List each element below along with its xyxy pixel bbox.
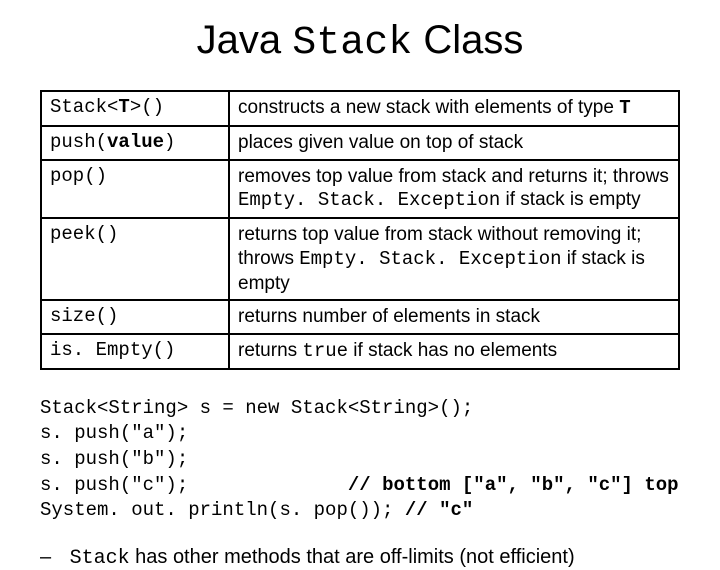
desc-mono: Empty. Stack. Exception <box>238 189 500 211</box>
code-line: Stack<String> s = new Stack<String>(); <box>40 397 473 419</box>
table-row: Stack<T>() constructs a new stack with e… <box>41 91 679 126</box>
title-part1: Java <box>197 18 293 62</box>
title-part3: Class <box>412 18 523 62</box>
method-text: ) <box>164 131 175 153</box>
desc-bold-mono: T <box>619 97 630 119</box>
bullet-dash: – <box>40 546 64 569</box>
desc-cell: places given value on top of stack <box>229 126 679 160</box>
table-row: peek() returns top value from stack with… <box>41 218 679 300</box>
desc-text: if stack is empty <box>500 189 640 210</box>
code-example: Stack<String> s = new Stack<String>(); s… <box>40 396 680 524</box>
method-cell: Stack<T>() <box>41 91 229 126</box>
method-cell: size() <box>41 300 229 334</box>
method-text: is. Empty() <box>50 339 175 361</box>
code-comment: // bottom ["a", "b", "c"] top <box>348 474 679 496</box>
note-text: has other methods that are off-limits (n… <box>130 546 575 568</box>
method-text: push( <box>50 131 107 153</box>
desc-text: constructs a new stack with elements of … <box>238 97 619 118</box>
code-line: System. out. println(s. pop()); <box>40 499 405 521</box>
note-line: – Stack has other methods that are off-l… <box>40 546 680 570</box>
table-row: push(value) places given value on top of… <box>41 126 679 160</box>
table-row: is. Empty() returns true if stack has no… <box>41 334 679 369</box>
method-bold: value <box>107 131 164 153</box>
title-part2-mono: Stack <box>292 21 412 66</box>
method-cell: is. Empty() <box>41 334 229 369</box>
desc-cell: constructs a new stack with elements of … <box>229 91 679 126</box>
method-text: pop() <box>50 165 107 187</box>
desc-text: if stack has no elements <box>348 340 557 361</box>
method-bold: T <box>118 96 129 118</box>
table-row: size() returns number of elements in sta… <box>41 300 679 334</box>
code-comment: // "c" <box>405 499 473 521</box>
desc-text: returns <box>238 340 302 361</box>
desc-mono: Empty. Stack. Exception <box>299 248 561 270</box>
api-table: Stack<T>() constructs a new stack with e… <box>40 90 680 370</box>
desc-cell: returns true if stack has no elements <box>229 334 679 369</box>
slide: Java Stack Class Stack<T>() constructs a… <box>0 0 720 540</box>
desc-cell: returns number of elements in stack <box>229 300 679 334</box>
desc-text: places given value on top of stack <box>238 132 523 153</box>
method-cell: pop() <box>41 160 229 219</box>
code-pad <box>188 474 348 496</box>
desc-text: removes top value from stack and returns… <box>238 166 669 187</box>
desc-cell: returns top value from stack without rem… <box>229 218 679 300</box>
desc-mono: true <box>302 340 348 362</box>
table-row: pop() removes top value from stack and r… <box>41 160 679 219</box>
note-mono: Stack <box>70 547 130 570</box>
code-line: s. push("b"); <box>40 448 188 470</box>
slide-title: Java Stack Class <box>40 18 680 66</box>
method-text: >() <box>130 96 164 118</box>
method-cell: peek() <box>41 218 229 300</box>
method-text: size() <box>50 305 118 327</box>
method-cell: push(value) <box>41 126 229 160</box>
method-text: peek() <box>50 223 118 245</box>
code-line: s. push("c"); <box>40 474 188 496</box>
desc-cell: removes top value from stack and returns… <box>229 160 679 219</box>
method-text: Stack< <box>50 96 118 118</box>
desc-text: returns number of elements in stack <box>238 306 540 327</box>
code-line: s. push("a"); <box>40 422 188 444</box>
